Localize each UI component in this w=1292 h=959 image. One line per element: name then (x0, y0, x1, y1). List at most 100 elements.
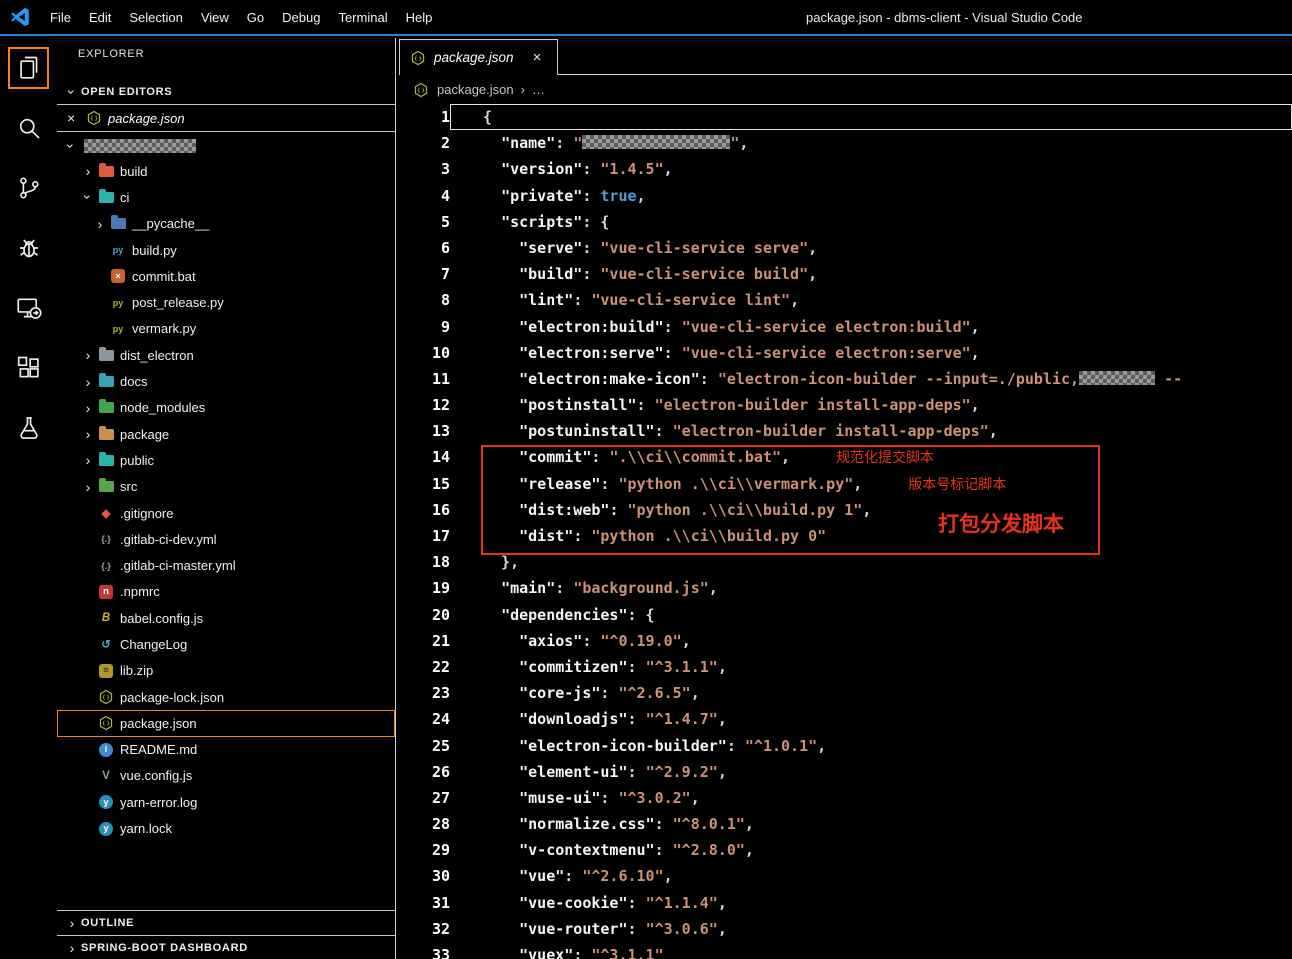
line-number[interactable]: 7 (397, 261, 450, 287)
line-number[interactable]: 8 (397, 287, 450, 313)
line-number[interactable]: 15 (397, 471, 450, 497)
breadcrumb-more[interactable]: … (532, 82, 545, 97)
tree-item-babel.config.js[interactable]: Bbabel.config.js (57, 605, 395, 631)
code-text[interactable]: "version": "1.4.5", (450, 156, 1292, 182)
code-text[interactable]: "release": "python .\\ci\\vermark.py", 版本… (450, 471, 1292, 497)
code-text[interactable]: "muse-ui": "^3.0.2", (450, 785, 1292, 811)
tree-item-package-lock.json[interactable]: package-lock.json (57, 684, 395, 710)
tree-item-package.json[interactable]: package.json (57, 710, 395, 737)
tree-item-src[interactable]: src (57, 474, 395, 500)
code-text[interactable]: "postuninstall": "electron-builder insta… (450, 418, 1292, 444)
code-text[interactable]: "downloadjs": "^1.4.7", (450, 706, 1292, 732)
code-text[interactable]: "element-ui": "^2.9.2", (450, 759, 1292, 785)
line-number[interactable]: 1 (397, 104, 450, 130)
close-icon[interactable]: × (67, 110, 85, 126)
line-number[interactable]: 13 (397, 418, 450, 444)
tree-item-commit.bat[interactable]: × commit.bat (57, 263, 395, 289)
code-text[interactable]: "dependencies": { (450, 602, 1292, 628)
code-text[interactable]: "electron:serve": "vue-cli-service elect… (450, 340, 1292, 366)
tree-item-docs[interactable]: docs (57, 368, 395, 394)
tab-package-json[interactable]: package.json × (399, 39, 558, 75)
code-text[interactable]: "normalize.css": "^8.0.1", (450, 811, 1292, 837)
code-text[interactable]: "name": " ", (450, 130, 1292, 156)
line-number[interactable]: 9 (397, 314, 450, 340)
tree-item-changelog[interactable]: ↺ ChangeLog (57, 631, 395, 657)
tree-item-public[interactable]: public (57, 447, 395, 473)
line-number[interactable]: 29 (397, 837, 450, 863)
code-text[interactable]: "postinstall": "electron-builder install… (450, 392, 1292, 418)
menu-file[interactable]: File (41, 0, 80, 34)
tree-item-package[interactable]: package (57, 421, 395, 447)
activity-source-control[interactable] (0, 158, 57, 218)
tree-item-node-modules[interactable]: node_modules (57, 395, 395, 421)
tree-item-build[interactable]: build (57, 158, 395, 184)
line-number[interactable]: 20 (397, 602, 450, 628)
code-text[interactable]: "commitizen": "^3.1.1", (450, 654, 1292, 680)
code-text[interactable]: "commit": ".\\ci\\commit.bat", 规范化提交脚本 (450, 444, 1292, 470)
code-text[interactable]: "vue-cookie": "^1.1.4", (450, 890, 1292, 916)
code-text[interactable]: "core-js": "^2.6.5", (450, 680, 1292, 706)
menu-debug[interactable]: Debug (273, 0, 329, 34)
line-number[interactable]: 28 (397, 811, 450, 837)
line-number[interactable]: 12 (397, 392, 450, 418)
tree-item-dist-electron[interactable]: dist_electron (57, 342, 395, 368)
open-editors-header[interactable]: OPEN EDITORS (63, 80, 172, 104)
line-number[interactable]: 26 (397, 759, 450, 785)
tree-item-ci[interactable]: ci (57, 184, 395, 210)
line-number[interactable]: 33 (397, 942, 450, 959)
tree-item-.gitlab-ci-dev.yml[interactable]: {.} .gitlab-ci-dev.yml (57, 526, 395, 552)
code-text[interactable]: "private": true, (450, 183, 1292, 209)
tree-item-.gitlab-ci-master.yml[interactable]: {.} .gitlab-ci-master.yml (57, 552, 395, 578)
line-number[interactable]: 19 (397, 575, 450, 601)
tree-item-yarn-error.log[interactable]: y yarn-error.log (57, 789, 395, 815)
code-text[interactable]: "electron:build": "vue-cli-service elect… (450, 314, 1292, 340)
breadcrumb-file[interactable]: package.json (437, 82, 514, 97)
code-text[interactable]: { (450, 104, 1292, 131)
tab-close-icon[interactable]: × (533, 49, 542, 66)
line-number[interactable]: 16 (397, 497, 450, 523)
tree-item-.npmrc[interactable]: n .npmrc (57, 579, 395, 605)
line-number[interactable]: 22 (397, 654, 450, 680)
tree-item-build.py[interactable]: py build.py (57, 237, 395, 263)
outline-section-header[interactable]: OUTLINE (57, 910, 395, 935)
tree-item-.gitignore[interactable]: ◆ .gitignore (57, 500, 395, 526)
code-text[interactable]: "scripts": { (450, 209, 1292, 235)
line-number[interactable]: 23 (397, 680, 450, 706)
tree-item-vermark.py[interactable]: py vermark.py (57, 316, 395, 342)
menu-help[interactable]: Help (397, 0, 442, 34)
line-number[interactable]: 21 (397, 628, 450, 654)
code-text[interactable]: "lint": "vue-cli-service lint", (450, 287, 1292, 313)
menu-edit[interactable]: Edit (80, 0, 120, 34)
line-number[interactable]: 4 (397, 183, 450, 209)
activity-extensions[interactable] (0, 338, 57, 398)
line-number[interactable]: 27 (397, 785, 450, 811)
activity-explorer[interactable] (0, 38, 57, 98)
code-text[interactable]: "dist": "python .\\ci\\build.py 0" (450, 523, 1292, 549)
springboot-dashboard-section-header[interactable]: SPRING-BOOT DASHBOARD (57, 935, 395, 959)
line-number[interactable]: 2 (397, 130, 450, 156)
code-text[interactable]: "v-contextmenu": "^2.8.0", (450, 837, 1292, 863)
code-text[interactable]: "axios": "^0.19.0", (450, 628, 1292, 654)
line-number[interactable]: 11 (397, 366, 450, 392)
line-number[interactable]: 30 (397, 863, 450, 889)
tree-item-readme.md[interactable]: i README.md (57, 737, 395, 763)
code-text[interactable]: "vuex": "^3.1.1" (450, 942, 1292, 959)
tree-item-post-release.py[interactable]: py post_release.py (57, 289, 395, 315)
activity-search[interactable] (0, 98, 57, 158)
code-text[interactable]: "vue": "^2.6.10", (450, 863, 1292, 889)
line-number[interactable]: 25 (397, 733, 450, 759)
tree-item-yarn.lock[interactable]: y yarn.lock (57, 815, 395, 841)
line-number[interactable]: 14 (397, 444, 450, 470)
line-number[interactable]: 5 (397, 209, 450, 235)
tree-item-lib.zip[interactable]: ≡ lib.zip (57, 658, 395, 684)
menu-terminal[interactable]: Terminal (329, 0, 396, 34)
line-number[interactable]: 17 (397, 523, 450, 549)
activity-test-explorer[interactable] (0, 398, 57, 458)
tree-item-vue.config.js[interactable]: Vvue.config.js (57, 763, 395, 789)
code-text[interactable]: "serve": "vue-cli-service serve", (450, 235, 1292, 261)
activity-remote-explorer[interactable] (0, 278, 57, 338)
line-number[interactable]: 3 (397, 156, 450, 182)
code-text[interactable]: }, (450, 549, 1292, 575)
line-number[interactable]: 10 (397, 340, 450, 366)
tree-item--pycache-[interactable]: __pycache__ (57, 211, 395, 237)
